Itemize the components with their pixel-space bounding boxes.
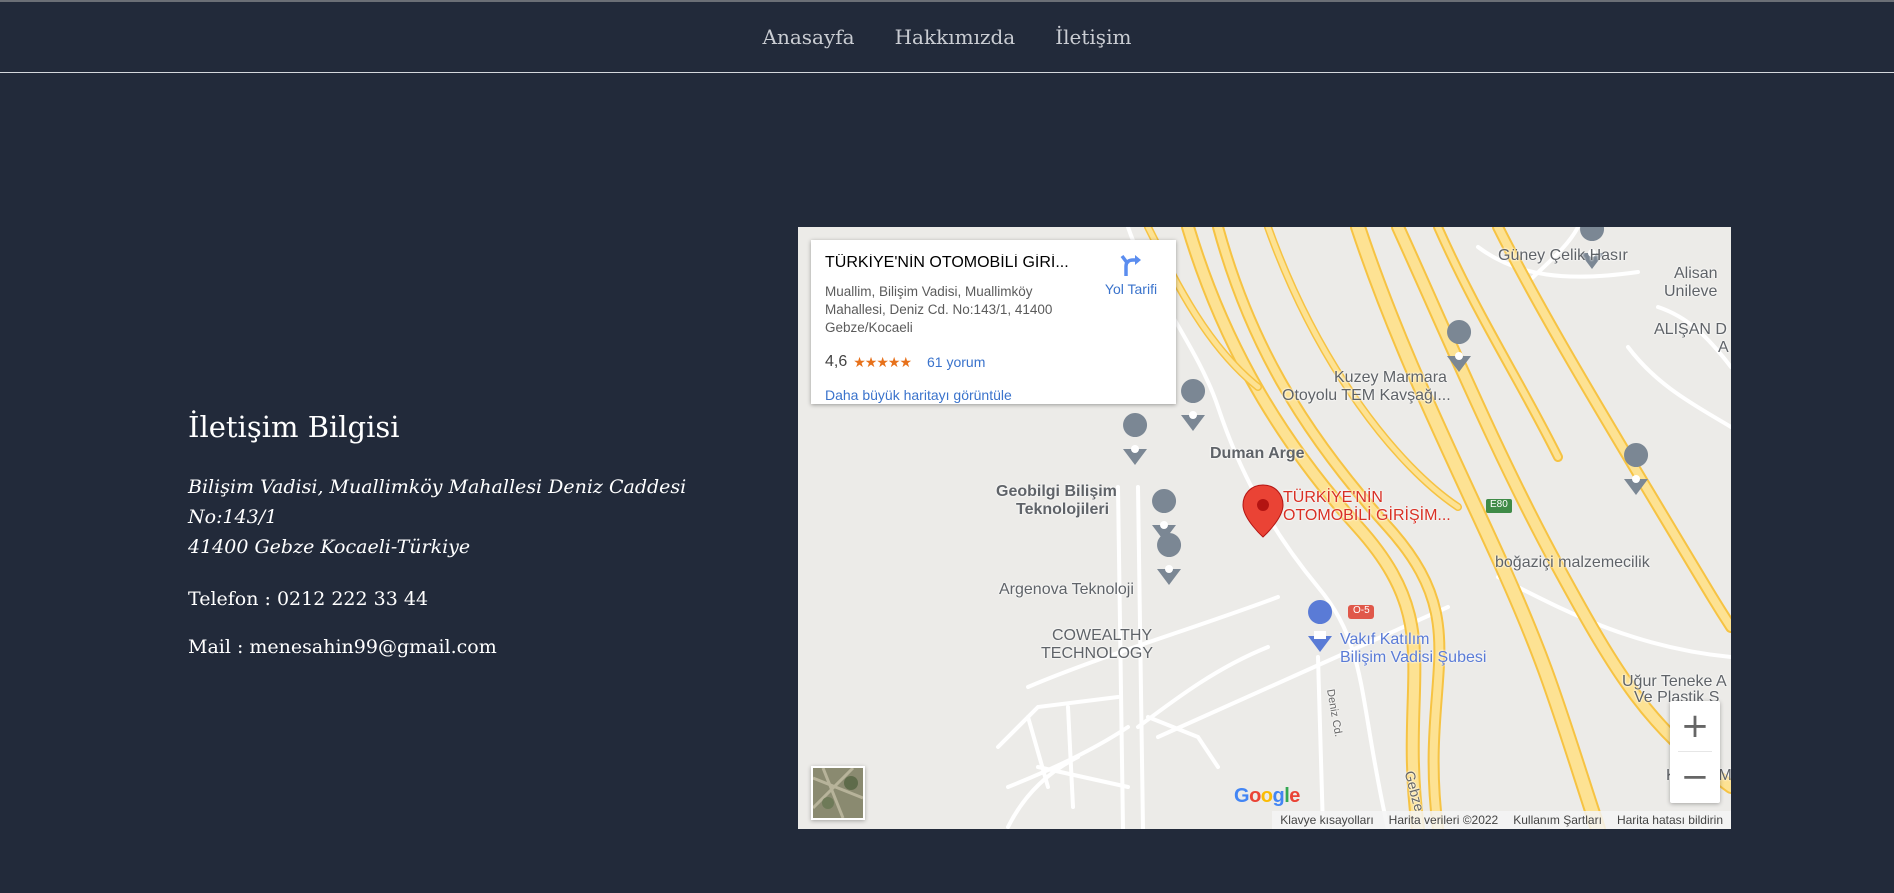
contact-phone: Telefon : 0212 222 33 44 bbox=[188, 588, 429, 610]
label-argenova: Argenova Teknoloji bbox=[999, 581, 1134, 598]
terms-link[interactable]: Kullanım Şartları bbox=[1513, 813, 1602, 827]
label-e80-shield: E80 bbox=[1490, 499, 1508, 510]
label-geobilgi-1: Geobilgi Bilişim bbox=[996, 483, 1117, 500]
place-info-card: TÜRKİYE'NİN OTOMOBİLİ GİRİ... Muallim, B… bbox=[811, 240, 1176, 404]
reviews-link[interactable]: 61 yorum bbox=[927, 354, 985, 370]
label-bogazici: boğaziçi malzemecilik bbox=[1495, 554, 1650, 571]
address-line-2: 41400 Gebze Kocaeli-Türkiye bbox=[188, 536, 471, 558]
nav-home-link[interactable]: Anasayfa bbox=[763, 25, 855, 49]
label-o5-shield: O-5 bbox=[1353, 605, 1370, 616]
label-cowealthy-2: TECHNOLOGY bbox=[1041, 645, 1154, 662]
main-navbar: Anasayfa Hakkımızda İletişim bbox=[0, 2, 1894, 73]
contact-info: İletişim Bilgisi Bilişim Vadisi, Muallim… bbox=[188, 410, 768, 684]
label-kuzey-2: Otoyolu TEM Kavşağı... bbox=[1282, 387, 1451, 404]
rating-stars-icon: ★★★★★ bbox=[853, 353, 912, 370]
directions-button[interactable]: Yol Tarifi bbox=[1091, 252, 1171, 297]
nav-contact-link[interactable]: İletişim bbox=[1055, 25, 1131, 49]
label-alisan-4: A bbox=[1718, 339, 1729, 356]
zoom-in-button[interactable]: + bbox=[1670, 701, 1720, 751]
rating-row: 4,6 ★★★★★ 61 yorum bbox=[825, 353, 985, 371]
directions-label: Yol Tarifi bbox=[1104, 281, 1158, 297]
contact-mail: Mail : menesahin99@gmail.com bbox=[188, 636, 497, 658]
label-alisan-1: Alisan bbox=[1674, 265, 1718, 282]
label-alisan-3: ALIŞAN D bbox=[1654, 321, 1727, 338]
map-footer: Klavye kısayolları Harita verileri ©2022… bbox=[1272, 811, 1731, 829]
label-kuzey-1: Kuzey Marmara bbox=[1334, 369, 1447, 386]
label-alisan-2: Unileve bbox=[1664, 283, 1718, 300]
address-line-1: Bilişim Vadisi, Muallimköy Mahallesi Den… bbox=[188, 476, 687, 528]
report-error-link[interactable]: Harita hatası bildirin bbox=[1617, 813, 1723, 827]
label-vakif-2: Bilişim Vadisi Şubesi bbox=[1340, 649, 1487, 666]
label-togg-2: OTOMOBİLİ GİRİŞİM... bbox=[1283, 507, 1451, 524]
place-address: Muallim, Bilişim Vadisi, Muallimköy Maha… bbox=[825, 284, 1053, 335]
google-map[interactable]: Güney Çelik Hasır Alisan Unileve ALIŞAN … bbox=[798, 227, 1731, 829]
label-duman: Duman Arge bbox=[1210, 445, 1305, 462]
keyboard-shortcuts-link[interactable]: Klavye kısayolları bbox=[1280, 813, 1373, 827]
bigger-map-link[interactable]: Daha büyük haritayı görüntüle bbox=[825, 387, 1012, 403]
satellite-thumbnail-icon bbox=[813, 768, 863, 818]
satellite-toggle[interactable] bbox=[811, 766, 865, 820]
label-cowealthy-1: COWEALTHY bbox=[1052, 627, 1153, 644]
zoom-out-button[interactable]: − bbox=[1670, 752, 1720, 802]
place-name: TÜRKİYE'NİN OTOMOBİLİ GİRİ... bbox=[825, 254, 1069, 271]
zoom-control: + − bbox=[1670, 701, 1720, 803]
google-logo: Google bbox=[1234, 785, 1300, 807]
contact-heading: İletişim Bilgisi bbox=[188, 410, 400, 444]
label-togg-1: TÜRKİYE'NİN bbox=[1283, 489, 1383, 506]
map-data-text: Harita verileri ©2022 bbox=[1388, 813, 1499, 827]
nav-about-link[interactable]: Hakkımızda bbox=[895, 25, 1016, 49]
label-vakif-1: Vakıf Katılım bbox=[1340, 631, 1430, 648]
contact-address: Bilişim Vadisi, Muallimköy Mahallesi Den… bbox=[188, 472, 768, 562]
rating-value: 4,6 bbox=[825, 353, 848, 370]
label-guney: Güney Çelik Hasır bbox=[1498, 247, 1628, 264]
label-geobilgi-2: Teknolojileri bbox=[1016, 501, 1110, 518]
directions-icon bbox=[1120, 254, 1141, 276]
